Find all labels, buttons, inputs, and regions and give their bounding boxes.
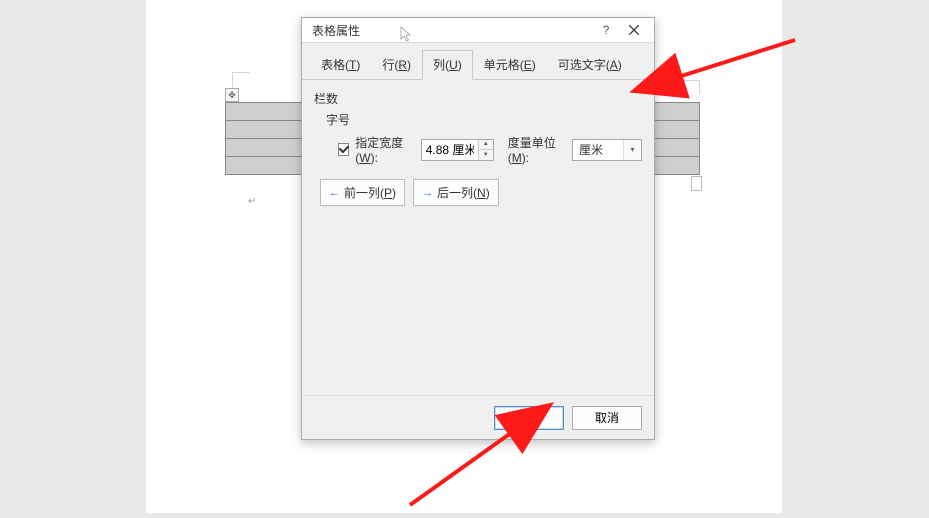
tab-table[interactable]: 表格(T)	[310, 50, 371, 80]
next-column-button[interactable]: → 后一列(N)	[413, 179, 499, 206]
prev-column-button[interactable]: ← 前一列(P)	[320, 179, 405, 206]
cancel-button[interactable]: 取消	[572, 406, 642, 430]
arrow-right-icon: →	[422, 187, 433, 199]
width-input[interactable]	[422, 140, 478, 160]
ok-button[interactable]: 确定	[494, 406, 564, 430]
width-spinner: ▲ ▼	[421, 139, 494, 161]
table-move-handle[interactable]: ✥	[225, 88, 239, 102]
sub-label-size: 字号	[314, 111, 642, 128]
dialog-title: 表格属性	[312, 22, 592, 39]
unit-select[interactable]: 厘米 ▾	[572, 139, 642, 161]
help-button[interactable]: ?	[592, 20, 620, 40]
chevron-down-icon: ▾	[623, 140, 641, 160]
specify-width-label: 指定宽度(W):	[355, 134, 414, 165]
dialog-button-bar: 确定 取消	[302, 395, 654, 439]
arrow-left-icon: ←	[329, 187, 340, 199]
tab-row[interactable]: 行(R)	[371, 50, 422, 80]
tab-cell[interactable]: 单元格(E)	[473, 50, 547, 80]
dialog-body: 栏数 字号 指定宽度(W): ▲ ▼ 度量单位(M): 厘米 ▾	[302, 80, 654, 395]
table-end-marker	[691, 176, 702, 191]
tab-alt-text[interactable]: 可选文字(A)	[547, 50, 633, 80]
paragraph-mark: ↵	[248, 196, 256, 207]
unit-select-value: 厘米	[573, 141, 623, 158]
unit-label: 度量单位(M):	[508, 134, 566, 165]
dialog-tabstrip: 表格(T) 行(R) 列(U) 单元格(E) 可选文字(A)	[302, 43, 654, 80]
tab-column[interactable]: 列(U)	[422, 50, 473, 80]
dialog-titlebar[interactable]: 表格属性 ?	[302, 18, 654, 43]
crop-mark-top-right	[676, 80, 700, 94]
group-label-columns: 栏数	[314, 90, 642, 107]
spin-down-button[interactable]: ▼	[479, 150, 493, 160]
width-row: 指定宽度(W): ▲ ▼ 度量单位(M): 厘米 ▾	[314, 134, 642, 165]
specify-width-checkbox[interactable]	[338, 143, 349, 156]
close-button[interactable]	[620, 20, 648, 40]
close-icon	[629, 25, 639, 35]
spin-up-button[interactable]: ▲	[479, 140, 493, 150]
column-nav-row: ← 前一列(P) → 后一列(N)	[314, 179, 642, 206]
table-properties-dialog: 表格属性 ? 表格(T) 行(R) 列(U) 单元格(E) 可选文字(A) 栏数…	[301, 17, 655, 440]
